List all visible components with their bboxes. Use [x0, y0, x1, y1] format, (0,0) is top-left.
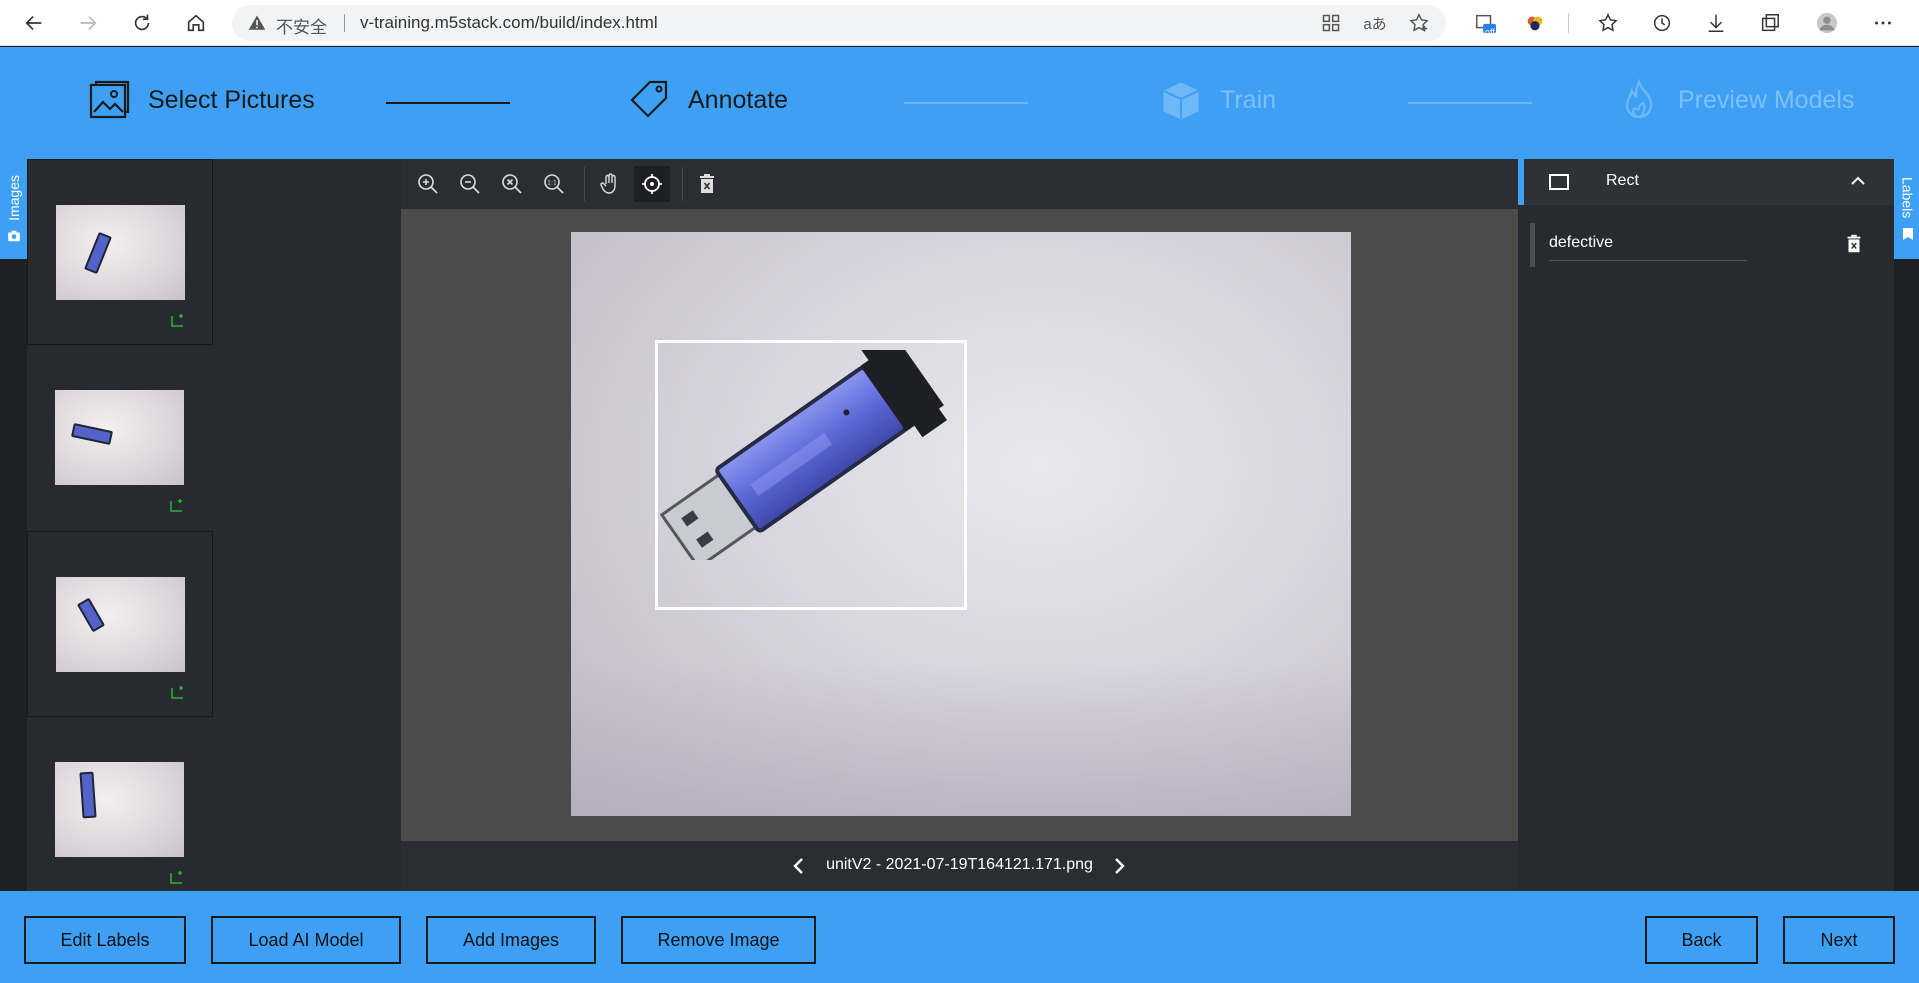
step-label-train: Train: [1220, 85, 1277, 114]
favorites-icon[interactable]: [1593, 8, 1623, 38]
step-label-select-pictures: Select Pictures: [148, 85, 315, 114]
zoom-in-icon[interactable]: [410, 166, 446, 202]
chevron-up-icon[interactable]: [1850, 175, 1866, 187]
annotated-tag-icon: [170, 499, 182, 512]
usb-drive-shape: [79, 771, 97, 819]
image-thumbnail-list: [27, 159, 401, 891]
home-icon[interactable]: [180, 7, 212, 39]
thumbnail-item[interactable]: [27, 717, 213, 903]
labels-side-tab[interactable]: Labels: [1894, 159, 1919, 259]
right-tab-strip: [1894, 159, 1919, 891]
label-item: [1530, 223, 1870, 267]
thumbnail-item[interactable]: [27, 345, 213, 531]
more-menu-icon[interactable]: [1868, 8, 1898, 38]
delete-annotation-icon[interactable]: [689, 166, 725, 202]
add-favorite-icon[interactable]: [1406, 11, 1432, 35]
thumbnail-image: [56, 577, 185, 672]
add-images-button[interactable]: Add Images: [426, 916, 596, 964]
step-train[interactable]: Train: [1160, 79, 1276, 121]
tag-icon: [630, 80, 668, 118]
next-button[interactable]: Next: [1783, 916, 1895, 964]
flame-icon: [1625, 79, 1653, 119]
back-arrow-icon[interactable]: [18, 7, 50, 39]
zoom-actual-size-icon[interactable]: 1:1: [536, 166, 572, 202]
step-label-annotate: Annotate: [688, 85, 789, 114]
image-filename: unitV2 - 2021-07-19T164121.171.png: [826, 856, 1093, 873]
svg-text:1:1: 1:1: [547, 180, 557, 187]
collections-icon[interactable]: [1755, 8, 1785, 38]
next-image-icon[interactable]: [1107, 854, 1131, 878]
back-button[interactable]: Back: [1645, 916, 1758, 964]
rectangle-icon: [1549, 174, 1569, 190]
thumbnail-item[interactable]: [27, 159, 213, 345]
zoom-fit-icon[interactable]: [494, 166, 530, 202]
step-label-preview-models: Preview Models: [1678, 85, 1855, 114]
toolbar-divider: [584, 167, 585, 201]
annotated-tag-icon: [171, 686, 183, 699]
camera-icon: [7, 230, 20, 242]
extension-off-icon[interactable]: off: [1470, 8, 1500, 38]
usb-drive-shape: [70, 422, 114, 446]
step-connector: [1408, 102, 1532, 104]
editor-toolbar: 1:1: [401, 159, 1518, 209]
step-preview-models[interactable]: Preview Models: [1618, 79, 1854, 121]
annotated-tag-icon: [170, 871, 182, 884]
workspace: Images 1:1 unitV2 - 2021-07-19T164121.17…: [0, 159, 1919, 891]
usb-drive-shape: [84, 231, 112, 275]
toolbar-divider: [682, 167, 683, 201]
remove-image-button[interactable]: Remove Image: [621, 916, 816, 964]
shape-type-label: Rect: [1606, 172, 1639, 189]
extension-colors-icon[interactable]: [1520, 8, 1550, 38]
url-text[interactable]: v-training.m5stack.com/build/index.html: [360, 13, 658, 33]
warning-icon[interactable]: [248, 14, 266, 32]
annotated-tag-icon: [171, 314, 183, 327]
labels-panel: Rect: [1518, 159, 1894, 891]
downloads-icon[interactable]: [1701, 8, 1731, 38]
browser-toolbar: 不安全 v-training.m5stack.com/build/index.h…: [0, 0, 1919, 46]
history-icon[interactable]: [1647, 8, 1677, 38]
profile-avatar-icon[interactable]: [1812, 8, 1842, 38]
extension-badge: off: [1485, 27, 1495, 37]
annotation-canvas-image[interactable]: [571, 232, 1351, 816]
thumbnail-image: [55, 390, 184, 485]
images-side-tab[interactable]: Images: [0, 159, 27, 259]
select-crosshair-icon[interactable]: [634, 166, 670, 202]
label-name-input[interactable]: [1549, 225, 1747, 261]
toolbar-divider: [1568, 13, 1569, 33]
shape-type-header[interactable]: Rect: [1518, 159, 1894, 205]
forward-arrow-icon[interactable]: [72, 7, 104, 39]
labels-tab-label: Labels: [1899, 177, 1916, 219]
annotation-editor: 1:1 unitV2 - 2021-07-19T164121.171.png: [401, 159, 1518, 891]
thumbnail-image: [55, 762, 184, 857]
action-footer: Edit Labels Load AI Model Add Images Rem…: [0, 891, 1919, 983]
step-connector: [904, 102, 1028, 104]
images-tab-label: Images: [5, 175, 22, 221]
edit-labels-button[interactable]: Edit Labels: [24, 916, 186, 964]
translate-icon[interactable]: aあ: [1362, 11, 1388, 35]
address-divider: [344, 14, 345, 32]
app-available-icon[interactable]: [1318, 11, 1344, 35]
box-icon: [1163, 82, 1199, 120]
usb-drive-shape: [76, 597, 106, 633]
step-select-pictures[interactable]: Select Pictures: [88, 79, 315, 121]
image-navigator: unitV2 - 2021-07-19T164121.171.png: [401, 841, 1518, 891]
pan-hand-icon[interactable]: [592, 166, 628, 202]
thumbnail-item[interactable]: [27, 531, 213, 717]
left-tab-strip: [0, 159, 27, 891]
refresh-icon[interactable]: [126, 7, 158, 39]
step-connector: [386, 102, 510, 104]
bounding-box-defective[interactable]: [655, 340, 967, 610]
load-ai-model-button[interactable]: Load AI Model: [211, 916, 401, 964]
image-shadow: [571, 662, 1351, 816]
address-bar[interactable]: 不安全 v-training.m5stack.com/build/index.h…: [232, 5, 1446, 41]
delete-label-icon[interactable]: [1843, 233, 1865, 255]
zoom-out-icon[interactable]: [452, 166, 488, 202]
thumbnail-image: [56, 205, 185, 300]
label-tag-icon: [1902, 227, 1913, 240]
step-annotate[interactable]: Annotate: [628, 79, 788, 121]
stepper-header: Select Pictures Annotate Train Preview M…: [0, 47, 1919, 159]
insecure-label[interactable]: 不安全: [276, 13, 327, 38]
pictures-icon: [89, 80, 130, 119]
